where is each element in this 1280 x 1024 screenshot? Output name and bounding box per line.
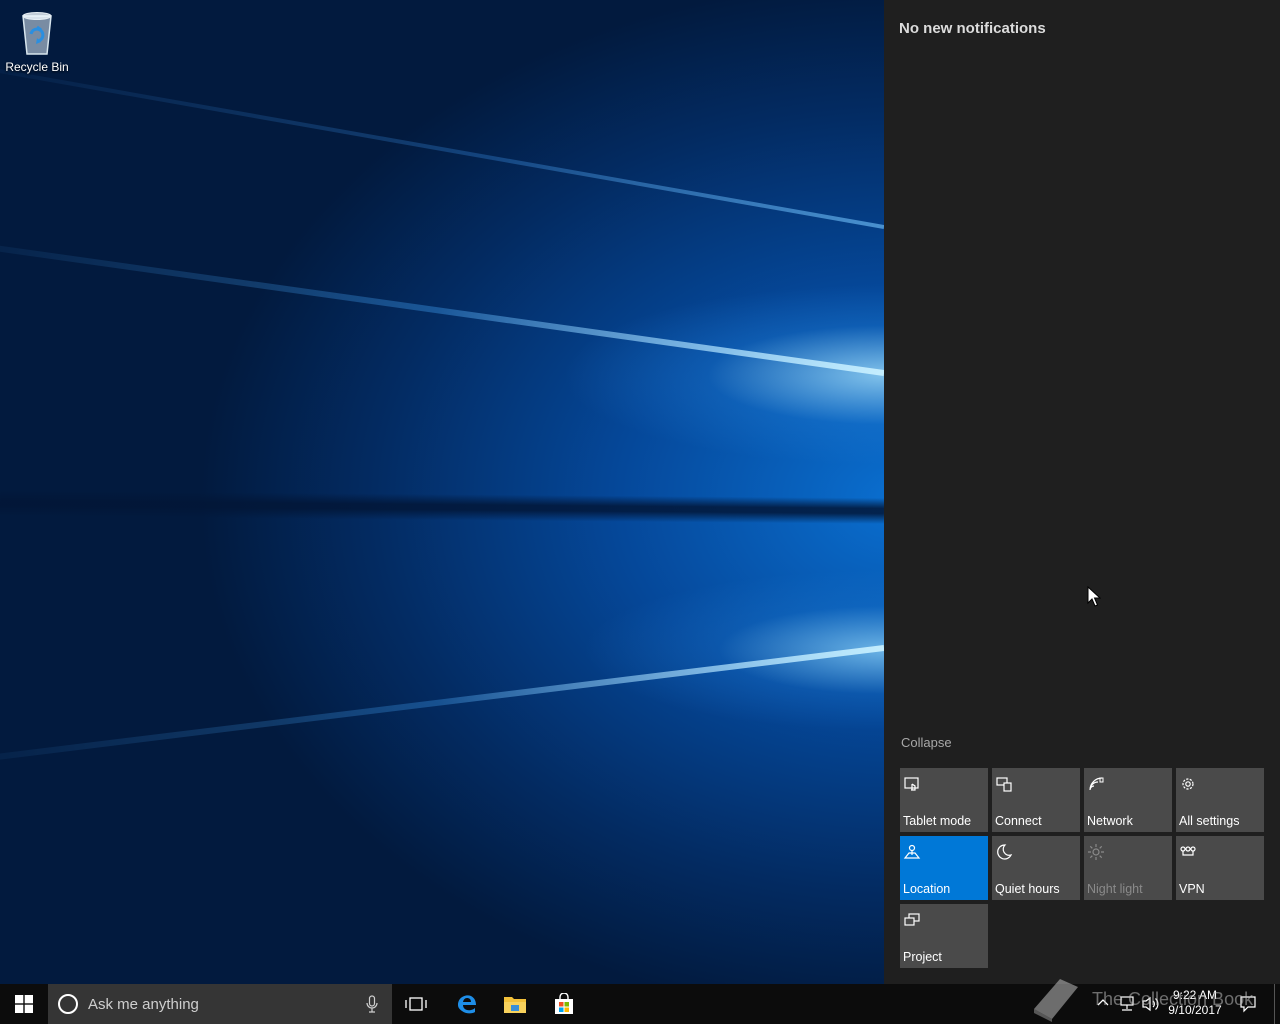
- file-explorer-icon: [504, 997, 526, 1013]
- wallpaper-dark-band: [0, 490, 884, 524]
- quick-action-location[interactable]: Location: [900, 836, 988, 900]
- collapse-button[interactable]: Collapse: [901, 735, 952, 750]
- quick-action-label: VPN: [1179, 882, 1205, 896]
- task-view-button[interactable]: [392, 984, 440, 1024]
- watermark: The Collection Book: [1030, 975, 1270, 1023]
- cortana-icon: [58, 994, 78, 1014]
- desktop-icon-label: Recycle Bin: [5, 60, 69, 74]
- quick-action-label: Night light: [1087, 882, 1143, 896]
- desktop[interactable]: Recycle Bin: [0, 0, 884, 984]
- quick-action-connect[interactable]: Connect: [992, 768, 1080, 832]
- microphone-icon[interactable]: [366, 995, 378, 1013]
- notifications-status: No new notifications: [899, 20, 1046, 37]
- location-icon: [903, 844, 921, 859]
- moon-icon: [997, 844, 1013, 860]
- search-placeholder: Ask me anything: [88, 996, 199, 1013]
- quick-action-night-light[interactable]: Night light: [1084, 836, 1172, 900]
- watermark-text: The Collection Book: [1092, 989, 1254, 1009]
- quick-action-label: Tablet mode: [903, 814, 972, 828]
- tablet-mode-icon: [904, 777, 919, 791]
- gear-icon: [1182, 778, 1194, 790]
- store-taskbar-button[interactable]: [540, 984, 588, 1024]
- recycle-bin-icon: [22, 12, 52, 55]
- quick-action-label: Location: [903, 882, 951, 896]
- start-button[interactable]: [0, 984, 48, 1024]
- quick-action-all-settings[interactable]: All settings: [1176, 768, 1264, 832]
- show-desktop-button[interactable]: [1274, 984, 1280, 1024]
- sun-icon: [1088, 844, 1104, 860]
- desktop-icon-recycle-bin[interactable]: Recycle Bin: [4, 8, 70, 74]
- wallpaper-light-beam: [0, 51, 884, 229]
- connect-icon: [996, 777, 1012, 792]
- action-center-panel: No new notifications Collapse Tablet mod…: [884, 0, 1280, 984]
- file-explorer-taskbar-button[interactable]: [491, 984, 539, 1024]
- quick-action-label: Network: [1087, 814, 1133, 828]
- wallpaper-light-beam: [0, 645, 884, 773]
- vpn-icon: [1180, 846, 1196, 856]
- quick-action-label: Connect: [995, 814, 1042, 828]
- quick-action-network[interactable]: Network: [1084, 768, 1172, 832]
- task-view-icon: [405, 997, 427, 1011]
- windows-logo-icon: [15, 995, 33, 1013]
- project-icon: [904, 913, 920, 926]
- mouse-cursor-icon: [1087, 586, 1101, 607]
- quick-action-label: Quiet hours: [995, 882, 1060, 896]
- book-logo-icon: [1034, 979, 1078, 1022]
- quick-action-label: All settings: [1179, 814, 1240, 828]
- edge-icon: [458, 995, 476, 1014]
- cortana-search-box[interactable]: Ask me anything: [48, 984, 392, 1024]
- quick-action-project[interactable]: Project: [900, 904, 988, 968]
- wallpaper-light-beam: [0, 230, 884, 376]
- quick-action-tablet-mode[interactable]: Tablet mode: [900, 768, 988, 832]
- quick-action-vpn[interactable]: VPN: [1176, 836, 1264, 900]
- store-icon: [555, 993, 573, 1014]
- quick-action-quiet-hours[interactable]: Quiet hours: [992, 836, 1080, 900]
- edge-taskbar-button[interactable]: [443, 984, 491, 1024]
- network-icon: [1089, 777, 1104, 791]
- quick-action-label: Project: [903, 950, 942, 964]
